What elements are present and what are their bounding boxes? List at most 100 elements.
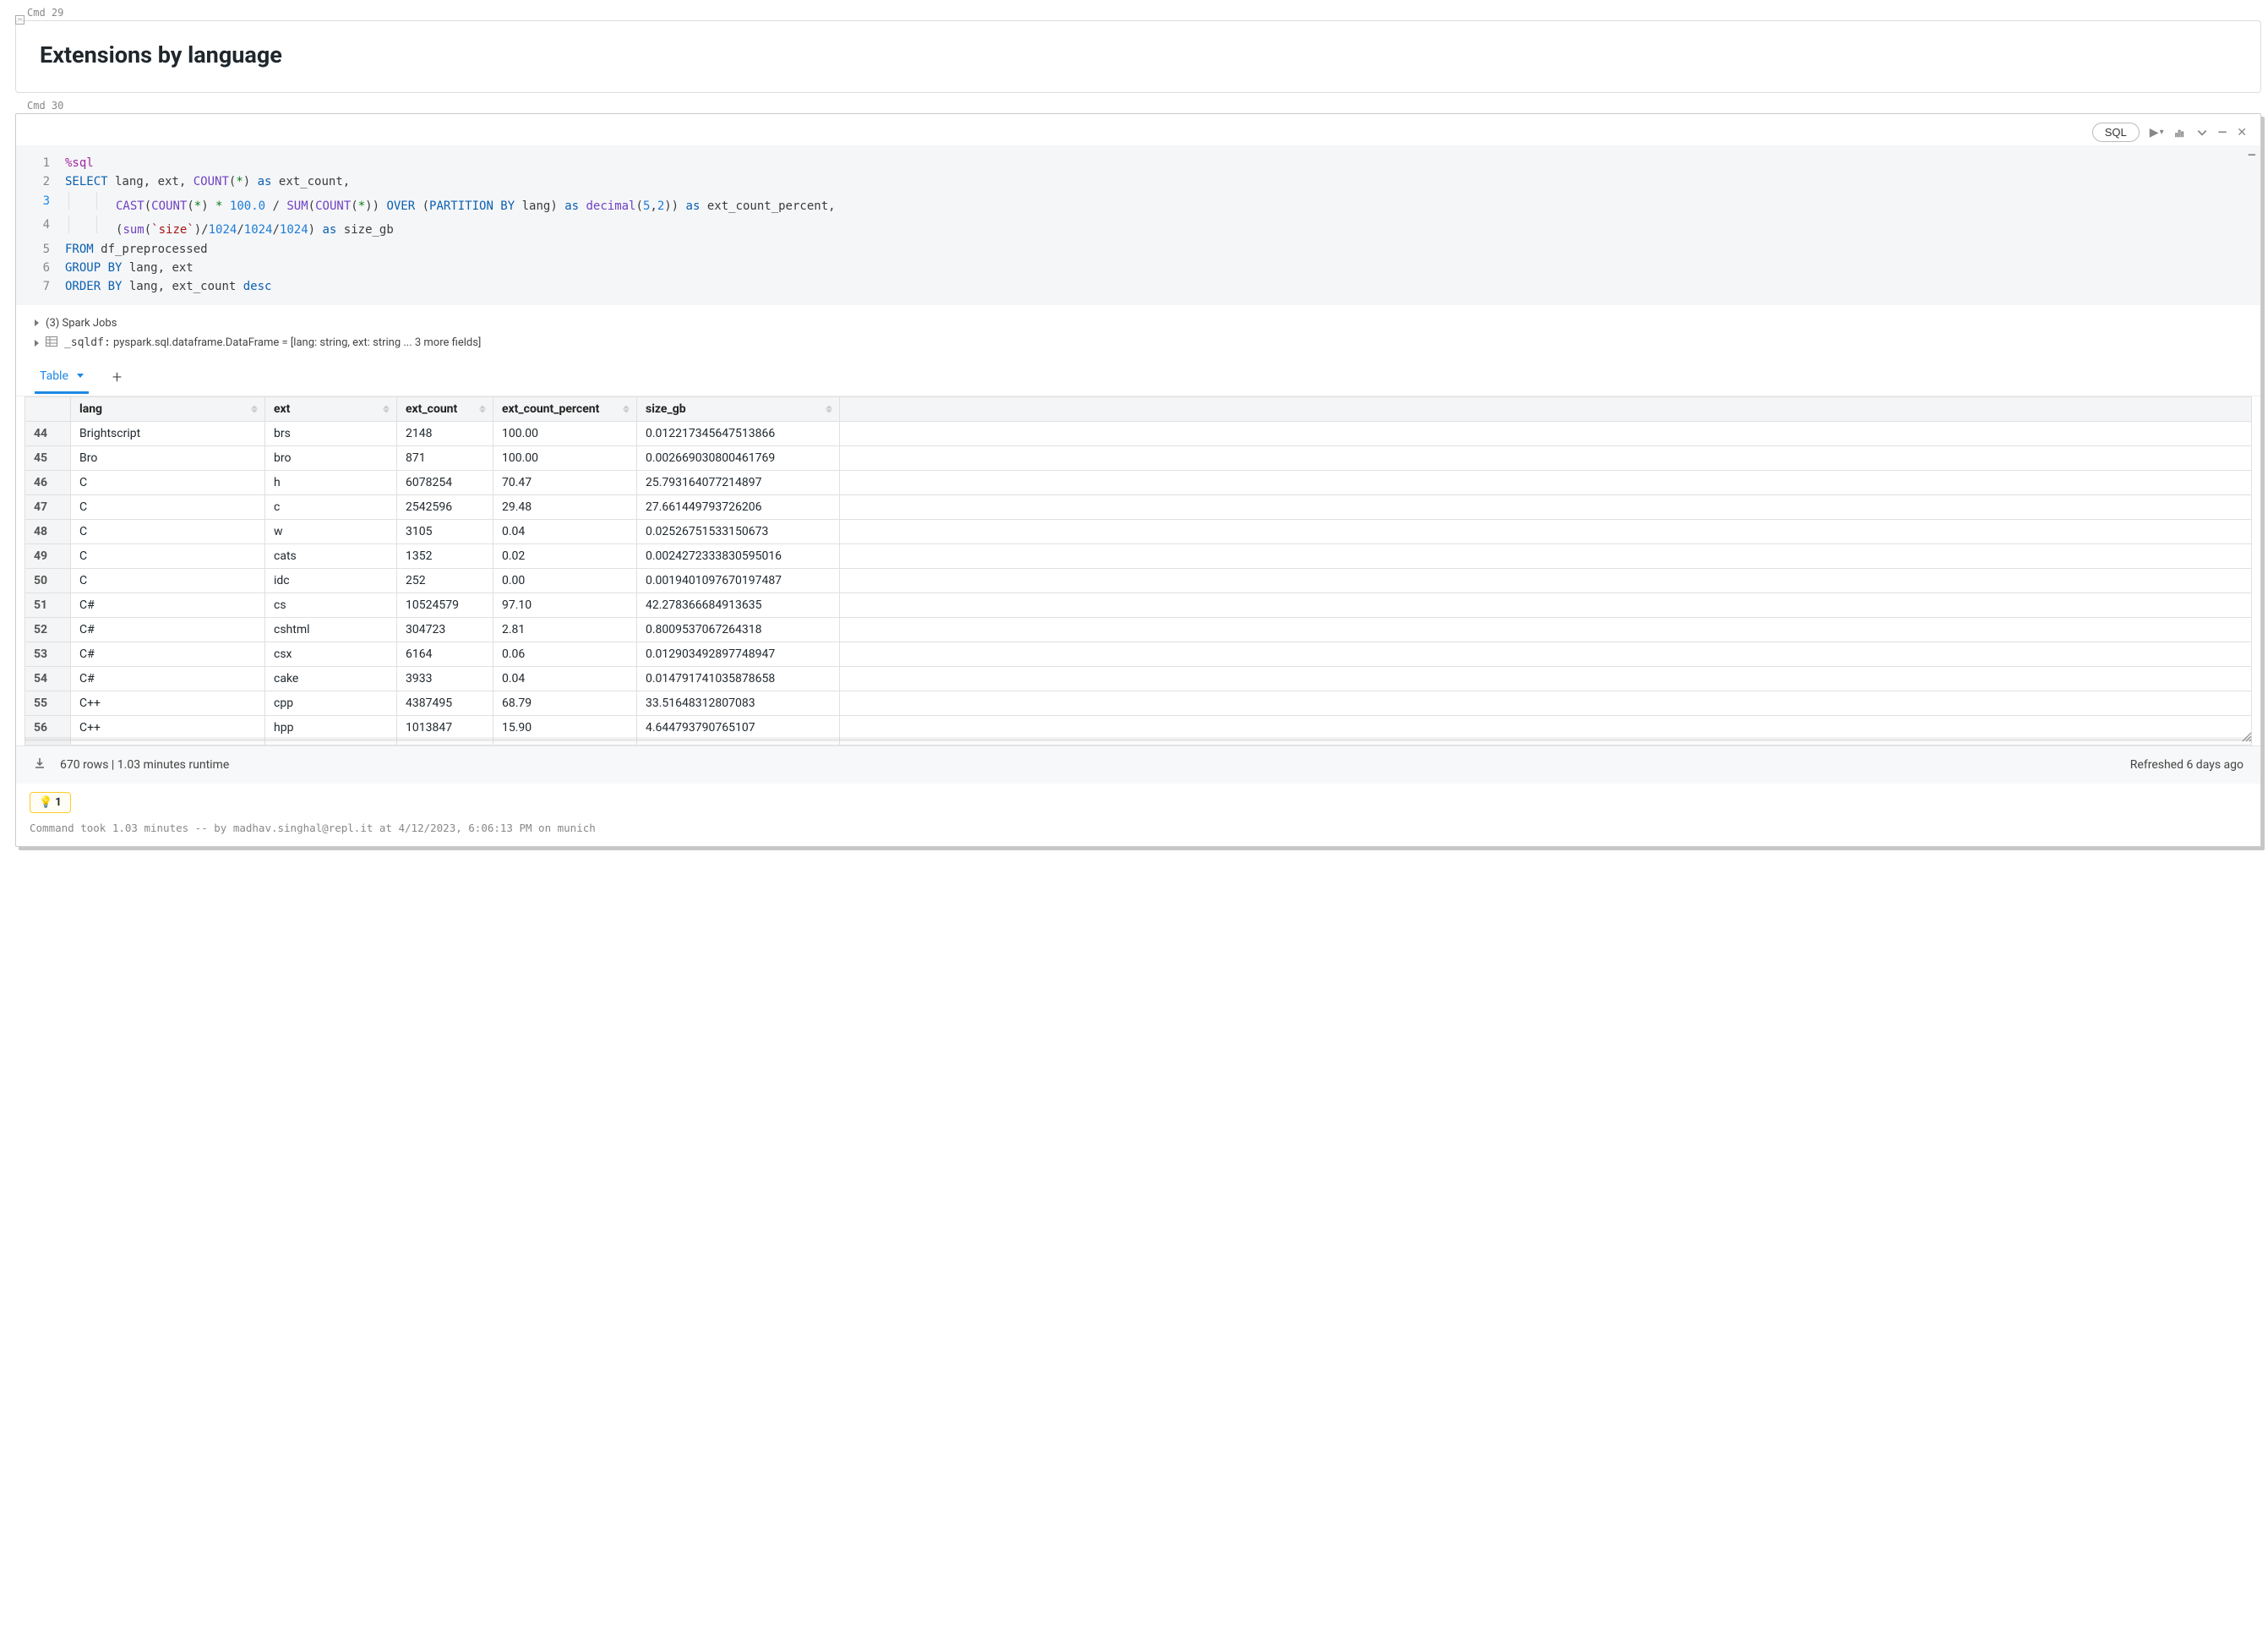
rows-runtime-label: 670 rows | 1.03 minutes runtime — [60, 758, 229, 772]
table-row[interactable]: 48Cw31050.040.02526751533150673 — [25, 519, 2252, 543]
row-index: 44 — [25, 421, 71, 445]
cell-lang: Bro — [71, 445, 265, 470]
close-icon[interactable]: ✕ — [2237, 126, 2247, 139]
cell-ext: bro — [265, 445, 397, 470]
cell-lang: C# — [71, 666, 265, 691]
cell-ext-count: 871 — [397, 445, 493, 470]
col-header-blank — [840, 396, 2252, 421]
table-row[interactable]: 47Cc254259629.4827.661449793726206 — [25, 494, 2252, 519]
cell-ext-count-percent: 0.06 — [493, 642, 637, 666]
col-header-size-gb[interactable]: size_gb — [637, 396, 840, 421]
collapse-icon[interactable]: — — [2218, 126, 2227, 139]
table-row[interactable]: 45Brobro871100.000.002669030800461769 — [25, 445, 2252, 470]
row-index: 49 — [25, 543, 71, 568]
cell-ext-count: 304723 — [397, 617, 493, 642]
cell-lang: C# — [71, 617, 265, 642]
cell-size-gb: 33.51648312807083 — [637, 691, 840, 715]
row-index: 53 — [25, 642, 71, 666]
spark-jobs-label: (3) Spark Jobs — [46, 317, 117, 330]
sqldf-name: _sqldf: — [64, 336, 111, 349]
caret-right-icon — [35, 340, 39, 347]
row-index: 56 — [25, 715, 71, 740]
cell-ext-count-percent: 0.04 — [493, 519, 637, 543]
code-editor[interactable]: — 1%sql 2SELECT lang, ext, COUNT(*) as e… — [16, 145, 2260, 305]
row-index: 48 — [25, 519, 71, 543]
col-header-ext-count-percent[interactable]: ext_count_percent — [493, 396, 637, 421]
refreshed-label: Refreshed 6 days ago — [2130, 758, 2243, 772]
cell-lang: C — [71, 519, 265, 543]
cell-ext-count-percent: 2.81 — [493, 617, 637, 642]
cell-ext-count: 2148 — [397, 421, 493, 445]
code-cell: SQL ▶▾ — ✕ — 1%sql 2SELECT lang, ext, CO… — [15, 113, 2261, 847]
cell-ext: hpp — [265, 715, 397, 740]
add-tab-button[interactable]: + — [107, 367, 127, 396]
cell-ext-count-percent: 15.90 — [493, 715, 637, 740]
run-button[interactable]: ▶▾ — [2150, 126, 2164, 139]
col-header-ext[interactable]: ext — [265, 396, 397, 421]
spark-jobs-toggle[interactable]: (3) Spark Jobs — [35, 314, 2242, 333]
table-row[interactable]: 54C#cake39330.040.014791741035878658 — [25, 666, 2252, 691]
cell-ext-count: 2542596 — [397, 494, 493, 519]
cell-ext-count: 3933 — [397, 666, 493, 691]
table-row[interactable]: 56C++hpp101384715.904.644793790765107 — [25, 715, 2252, 740]
cell-ext: cats — [265, 543, 397, 568]
tab-table[interactable]: Table — [35, 369, 89, 394]
cell-size-gb: 27.661449793726206 — [637, 494, 840, 519]
cell-size-gb: 42.278366684913635 — [637, 593, 840, 617]
lightbulb-button[interactable]: 💡1 — [30, 792, 71, 813]
cell-size-gb: 0.014791741035878658 — [637, 666, 840, 691]
resize-handle[interactable] — [2240, 730, 2252, 746]
cell-blank — [840, 568, 2252, 593]
output-tabs: Table + — [16, 353, 2260, 396]
cell-ext: cpp — [265, 691, 397, 715]
cell-ext-count: 1352 — [397, 543, 493, 568]
cell-blank — [840, 445, 2252, 470]
cell-blank — [840, 543, 2252, 568]
chart-icon[interactable] — [2174, 127, 2186, 139]
cell-size-gb: 0.012903492897748947 — [637, 642, 840, 666]
cell-lang: C++ — [71, 715, 265, 740]
table-row[interactable]: 46Ch607825470.4725.793164077214897 — [25, 470, 2252, 494]
table-row[interactable]: 44Brightscriptbrs2148100.000.01221734564… — [25, 421, 2252, 445]
cell-ext-count: 4387495 — [397, 691, 493, 715]
cell-ext-count: 10524579 — [397, 593, 493, 617]
cell-ext: brs — [265, 421, 397, 445]
schema-toggle[interactable]: _sqldf: pyspark.sql.dataframe.DataFrame … — [35, 333, 2242, 353]
cell-ext: cake — [265, 666, 397, 691]
tab-label: Table — [40, 369, 68, 383]
results-table: lang ext ext_count ext_count_percent siz… — [25, 396, 2252, 746]
cell-blank — [840, 470, 2252, 494]
expand-caret-icon[interactable] — [2196, 127, 2208, 139]
row-index: 46 — [25, 470, 71, 494]
table-row[interactable]: 53C#csx61640.060.012903492897748947 — [25, 642, 2252, 666]
cell-ext-count-percent: 70.47 — [493, 470, 637, 494]
caret-right-icon — [35, 320, 39, 326]
cell-blank — [840, 593, 2252, 617]
col-header-lang[interactable]: lang — [71, 396, 265, 421]
col-header-ext-count[interactable]: ext_count — [397, 396, 493, 421]
cell-lang: C — [71, 494, 265, 519]
cell-ext-count-percent: 100.00 — [493, 445, 637, 470]
cell-blank — [840, 617, 2252, 642]
cell-ext-count: 6164 — [397, 642, 493, 666]
table-row[interactable]: 50Cidc2520.000.0019401097670197487 — [25, 568, 2252, 593]
table-row[interactable]: 55C++cpp438749568.7933.51648312807083 — [25, 691, 2252, 715]
cell-lang: C — [71, 470, 265, 494]
chevron-down-icon — [77, 374, 84, 378]
cell-ext-count-percent: 97.10 — [493, 593, 637, 617]
cell-ext: w — [265, 519, 397, 543]
fold-icon[interactable]: — — [2249, 145, 2255, 164]
cell-size-gb: 0.0024272333830595016 — [637, 543, 840, 568]
table-row[interactable]: 51C#cs1052457997.1042.278366684913635 — [25, 593, 2252, 617]
cell-ext-count: 3105 — [397, 519, 493, 543]
table-row[interactable]: 52C#cshtml3047232.810.8009537067264318 — [25, 617, 2252, 642]
table-row[interactable]: 49Ccats13520.020.0024272333830595016 — [25, 543, 2252, 568]
sql-assistant-button[interactable]: SQL — [2092, 123, 2140, 142]
cell-size-gb: 0.002669030800461769 — [637, 445, 840, 470]
cell-blank — [840, 715, 2252, 740]
cell-ext-count-percent: 0.04 — [493, 666, 637, 691]
cell-ext-count-percent: 68.79 — [493, 691, 637, 715]
cell-toolbar: SQL ▶▾ — ✕ — [16, 114, 2260, 145]
cell-ext-count-percent: 29.48 — [493, 494, 637, 519]
download-icon[interactable] — [33, 756, 46, 773]
